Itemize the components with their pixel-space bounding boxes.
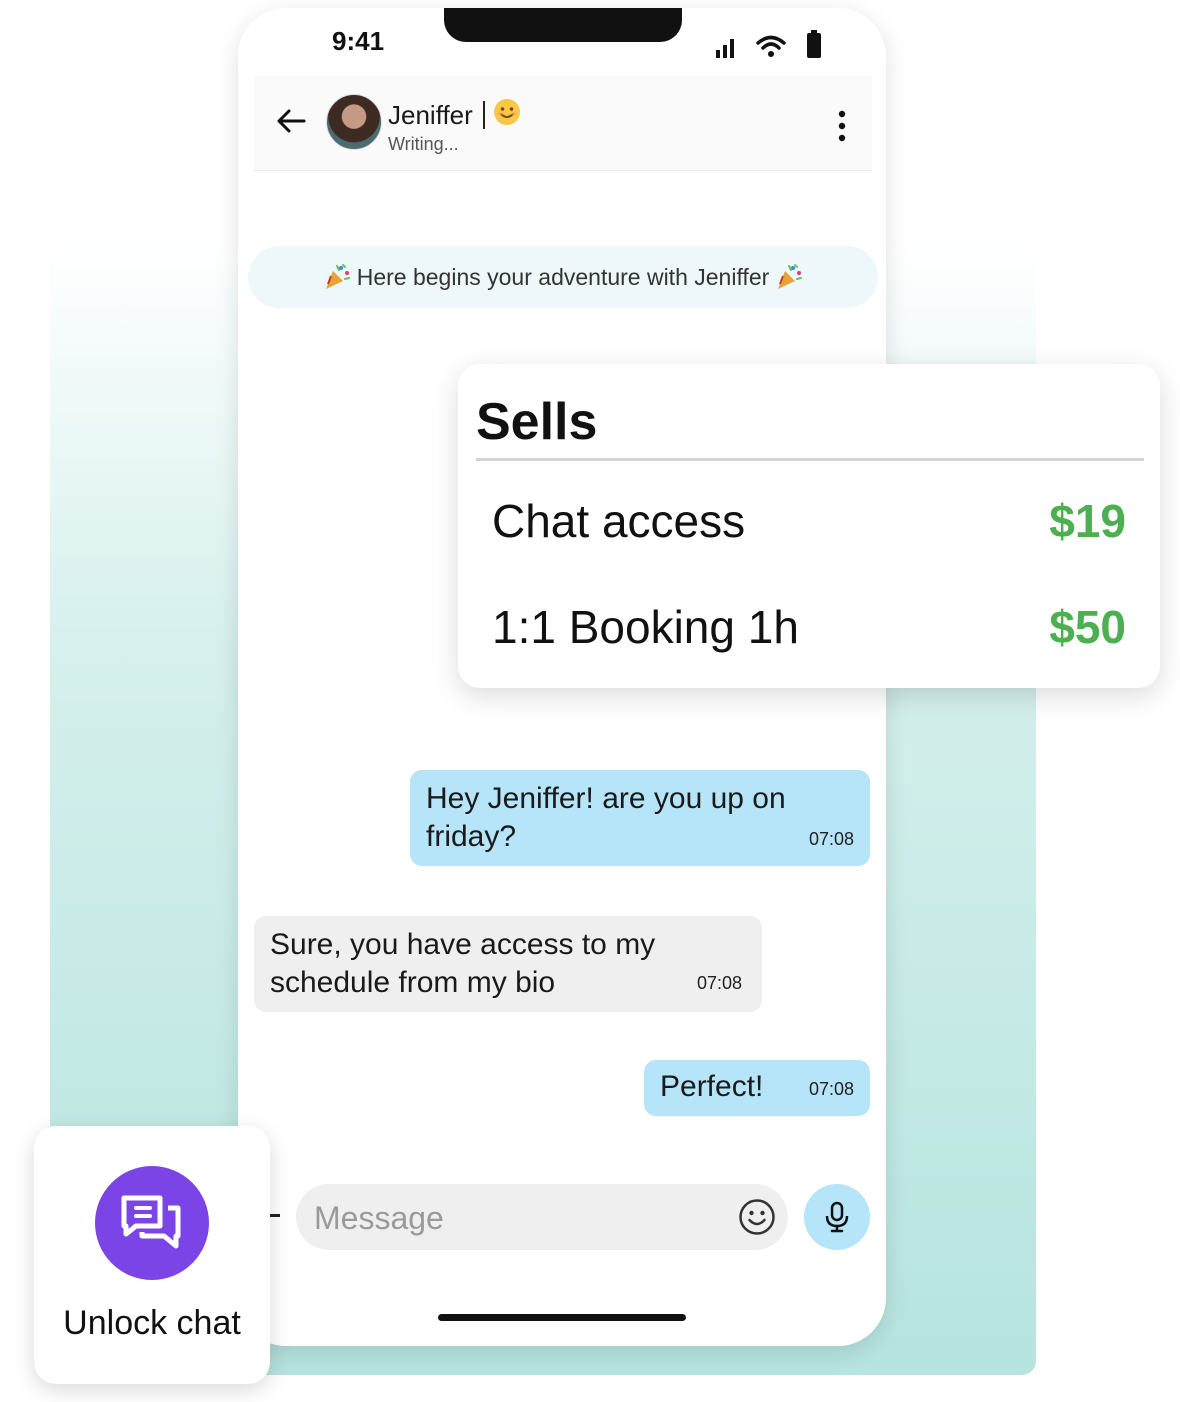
name-separator [482, 101, 485, 129]
message-text: Hey Jeniffer! are you up on friday? [426, 782, 786, 853]
message-composer [296, 1184, 788, 1250]
sells-card: Sells Chat access $19 1:1 Booking 1h $50 [458, 364, 1160, 688]
party-popper-icon [325, 264, 350, 289]
message-text: Perfect! [660, 1070, 764, 1103]
sells-divider [476, 458, 1144, 461]
microphone-button[interactable] [804, 1184, 870, 1250]
home-indicator [438, 1314, 686, 1321]
banner-text: Here begins your adventure with Jeniffer [356, 263, 770, 290]
contact-status: Writing... [388, 134, 459, 154]
message-bubble-outgoing[interactable]: Hey Jeniffer! are you up on friday? 07:0… [410, 770, 870, 866]
message-input[interactable] [312, 1194, 716, 1242]
contact-name: Jeniffer [388, 100, 473, 130]
sells-item[interactable]: Chat access $19 [492, 494, 1126, 554]
message-bubble-outgoing[interactable]: Perfect! 07:08 [644, 1060, 870, 1116]
message-time: 07:08 [808, 829, 854, 849]
emoji-smiley-icon [493, 99, 520, 125]
unlock-chat-label: Unlock chat [63, 1304, 241, 1342]
message-time: 07:08 [808, 1079, 854, 1099]
chat-bubbles-icon [121, 1195, 181, 1249]
party-popper-icon [778, 264, 803, 289]
sells-item-label: 1:1 Booking 1h [492, 601, 799, 653]
sells-item-price: $19 [1049, 495, 1126, 547]
adventure-banner: Here begins your adventure with Jeniffer [248, 246, 878, 308]
message-time: 07:08 [696, 973, 742, 993]
microphone-icon [825, 1201, 849, 1233]
battery-icon [807, 30, 821, 58]
sells-title: Sells [476, 393, 598, 451]
unlock-chat-button[interactable]: Unlock chat [34, 1126, 270, 1384]
avatar[interactable] [326, 94, 382, 150]
message-bubble-incoming[interactable]: Sure, you have access to my schedule fro… [254, 916, 762, 1012]
phone-notch [444, 8, 682, 42]
back-arrow-icon[interactable] [276, 108, 306, 134]
sells-item-price: $50 [1049, 601, 1126, 653]
more-vertical-icon[interactable] [838, 110, 846, 142]
wifi-icon [756, 35, 786, 57]
unlock-chat-icon-circle [95, 1166, 209, 1280]
status-icons [714, 30, 822, 58]
message-text: Sure, you have access to my schedule fro… [270, 928, 656, 999]
chat-header: Jeniffer Writing... [254, 76, 872, 171]
contact-name-row: Jeniffer [388, 98, 521, 131]
status-time: 9:41 [332, 26, 385, 56]
sells-item-label: Chat access [492, 495, 746, 547]
sells-item[interactable]: 1:1 Booking 1h $50 [492, 600, 1126, 660]
signal-icon [716, 39, 734, 58]
smiley-icon[interactable] [738, 1198, 776, 1236]
